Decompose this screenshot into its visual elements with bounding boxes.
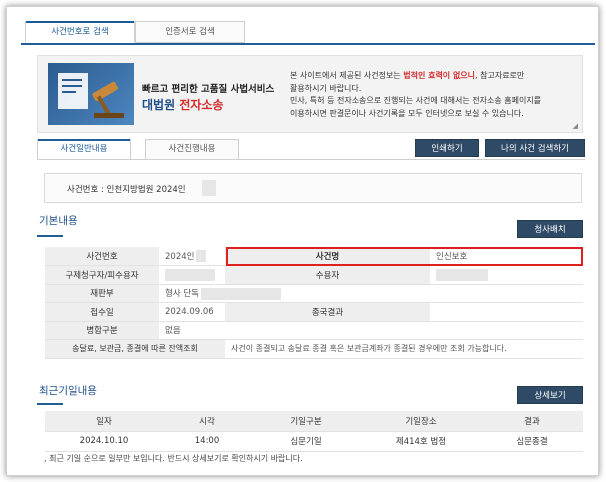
notice-text: 이용하시면 판결문이나 사건기록을 모두 인터넷으로 보실 수 있습니다. [290,108,524,118]
table-row: 재판부 형사 단독 [45,284,583,303]
column-header: 기일구분 [251,411,361,432]
notice-warning: 법적인 효력이 없으니 [403,71,476,80]
label-division: 재판부 [45,284,159,303]
banner-brand-ecourt: 전자소송 [179,98,224,112]
value-claimant [159,265,225,285]
label-claimant: 구제청구자/피수용자 [45,265,159,285]
redacted-block [202,180,216,196]
tab-general-info[interactable]: 사건일반내용 [37,139,131,160]
notice-text: 본 사이트에서 제공된 사건정보는 [290,71,404,80]
table-row: 병합구분 없음 [45,321,583,340]
my-case-search-button[interactable]: 나의 사건 검색하기 [485,139,585,157]
corner-arrow-icon: ◢ [572,122,578,130]
value-case-number: 2024인 [159,247,225,266]
table-row: 구제청구자/피수용자 수용자 [45,265,583,285]
recent-hearings-table: 일자 시각 기일구분 기일장소 결과 2024.10.10 14:00 심문기일… [45,411,583,452]
table-row: 송달료, 보관금, 종결에 따른 잔액조회 사건이 종결되고 송달료 종결 혹은… [45,339,583,359]
gavel-illustration-icon [48,63,134,125]
value-final-result [430,302,583,322]
label-case-number: 사건번호 [45,247,159,266]
divider [21,43,595,45]
highlight-box [226,247,583,266]
recent-hearings-title: 최근기일내용 [39,385,97,397]
column-header: 일자 [45,411,163,432]
hearing-result: 심문종결 [481,431,583,452]
value-balance-inquiry: 사건이 종결되고 송달료 종결 혹은 보관금계좌가 종결된 경우에만 조회 가능… [225,339,583,359]
recent-footnote: , 최근 기일 순으로 일부만 보입니다. 반드시 상세보기로 확인하시기 바랍… [44,454,303,463]
hearing-type: 심문기일 [251,431,361,452]
column-header: 기일장소 [361,411,481,432]
claim-button[interactable]: 청사배치 [517,220,583,238]
notice-text: , 참고자료로만 [475,71,525,80]
hearing-place: 제414호 법정 [361,431,481,452]
label-balance-inquiry: 송달료, 보관금, 종결에 따른 잔액조회 [45,339,225,359]
value-merge-type: 없음 [159,321,583,340]
table-row: 접수일 2024.09.06 종국결과 [45,302,583,322]
case-number-box: 사건번호 : 인천지방법원 2024인 [44,173,582,203]
case-number-label: 사건번호 : 인천지방법원 2024인 [67,185,186,195]
label-detainer: 수용자 [225,265,430,285]
hearing-date: 2024.10.10 [45,431,163,452]
value-detainer [430,265,583,285]
table-row: 2024.10.10 14:00 심문기일 제414호 법정 심문종결 [45,431,583,452]
print-button[interactable]: 인쇄하기 [415,139,479,157]
banner-brand-court: 대법원 [142,98,176,112]
column-header: 시각 [163,411,251,432]
divider [37,159,585,160]
section-underline [37,235,63,237]
notice-text: 활용하시기 바랍니다. [290,83,362,93]
value-division: 형사 단독 [159,284,583,303]
tab-progress-info[interactable]: 사건진행내용 [145,139,239,160]
tab-case-number-search[interactable]: 사건번호로 검색 [25,21,135,43]
basic-info-title: 기본내용 [39,215,78,227]
column-header: 결과 [481,411,583,432]
hearing-time: 14:00 [163,431,251,452]
legal-notice: 본 사이트에서 제공된 사건정보는 법적인 효력이 없으니, 참고자료로만 활용… [290,70,575,120]
banner-slogan: 빠르고 편리한 고품질 사법서비스 [142,84,275,95]
ecourt-banner[interactable]: 빠르고 편리한 고품질 사법서비스 대법원 전자소송 본 사이트에서 제공된 사… [37,55,583,133]
label-merge-type: 병합구분 [45,321,159,340]
banner-brand: 대법원 전자소송 [142,96,223,113]
label-final-result: 종국결과 [225,302,430,322]
detail-button[interactable]: 상세보기 [517,386,583,404]
section-underline [37,403,63,405]
value-receipt-date: 2024.09.06 [159,302,225,322]
notice-text: 민사, 특허 등 전자소송으로 진행되는 사건에 대해서는 전자소송 홈페이지를 [290,96,542,106]
label-receipt-date: 접수일 [45,302,159,322]
tab-certificate-search[interactable]: 인증서로 검색 [135,21,245,43]
table-header-row: 일자 시각 기일구분 기일장소 결과 [45,411,583,432]
case-info-window: 사건번호로 검색 인증서로 검색 빠르고 편리한 고품질 사법서비스 대법원 전… [6,6,599,476]
